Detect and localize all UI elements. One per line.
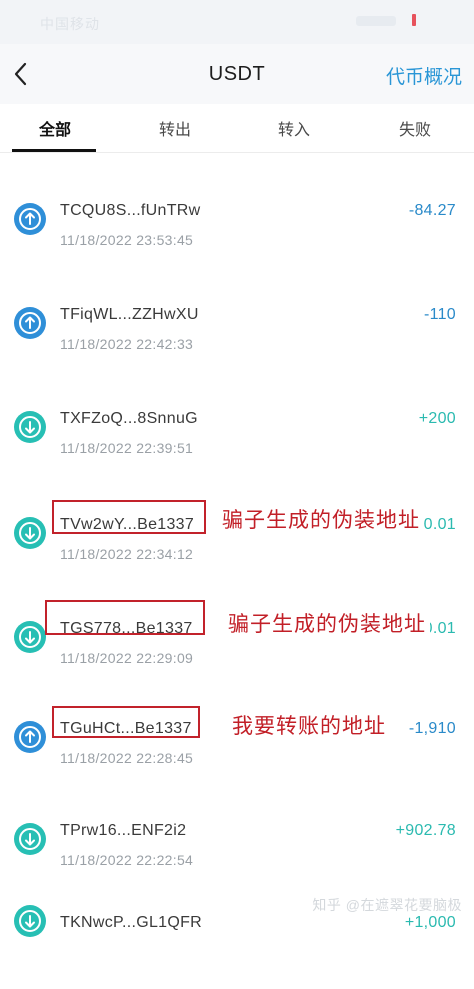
tab-outgoing[interactable]: 转出	[125, 116, 225, 140]
transaction-row[interactable]: TFiqWL...ZZHwXU 11/18/2022 22:42:33 -110	[0, 279, 474, 383]
transaction-address: TFiqWL...ZZHwXU	[60, 306, 199, 323]
nav-bar: USDT 代币概况	[0, 44, 474, 104]
transaction-row[interactable]: TCQU8S...fUnTRw 11/18/2022 23:53:45 -84.…	[0, 175, 474, 279]
transaction-row[interactable]: TXFZoQ...8SnnuG 11/18/2022 22:39:51 +200	[0, 383, 474, 487]
transaction-time: 11/18/2022 22:29:09	[60, 650, 194, 666]
transaction-row[interactable]: TPrw16...ENF2i2 11/18/2022 22:22:54 +902…	[0, 795, 474, 899]
transaction-amount: -1,910	[408, 720, 456, 737]
carrier-text: 中国移动	[40, 16, 100, 32]
active-tab-indicator	[12, 149, 96, 152]
arrow-down-circle-icon	[14, 905, 46, 937]
battery-indicator	[412, 14, 416, 26]
transaction-amount: +902.78	[395, 822, 456, 839]
transaction-time: 11/18/2022 22:28:45	[60, 750, 194, 766]
transaction-amount: +200	[418, 410, 456, 427]
transaction-address: TXFZoQ...8SnnuG	[60, 410, 198, 427]
transaction-address: TPrw16...ENF2i2	[60, 822, 187, 839]
tab-all[interactable]: 全部	[5, 116, 105, 140]
status-icons	[356, 16, 396, 26]
annotation-fake-address: 骗子生成的伪装地址	[228, 608, 430, 638]
arrow-up-circle-icon	[14, 203, 46, 235]
transaction-amount: -84.27	[408, 202, 456, 219]
transaction-time: 11/18/2022 22:39:51	[60, 440, 194, 456]
fake-address-highlight	[45, 600, 205, 635]
arrow-down-circle-icon	[14, 411, 46, 443]
tab-bar: 全部 转出 转入 失败	[0, 104, 474, 153]
arrow-up-circle-icon	[14, 307, 46, 339]
tab-failed[interactable]: 失败	[365, 116, 465, 140]
transaction-time: 11/18/2022 22:22:54	[60, 852, 194, 868]
transaction-time: 11/18/2022 22:42:33	[60, 336, 194, 352]
arrow-down-circle-icon	[14, 517, 46, 549]
annotation-intended-address: 我要转账的地址	[232, 715, 386, 738]
arrow-down-circle-icon	[14, 621, 46, 653]
token-overview-link[interactable]: 代币概况	[386, 62, 462, 89]
transaction-amount: -110	[423, 306, 456, 323]
transaction-time: 11/18/2022 22:34:12	[60, 546, 194, 562]
arrow-down-circle-icon	[14, 823, 46, 855]
watermark: 知乎 @在遮翠花要脑极	[312, 897, 462, 913]
annotation-fake-address: 骗子生成的伪装地址	[222, 504, 424, 534]
transaction-time: 11/18/2022 23:53:45	[60, 232, 194, 248]
transaction-address: TCQU8S...fUnTRw	[60, 202, 201, 219]
status-bar: 中国移动	[0, 0, 474, 44]
transaction-amount: +1,000	[404, 914, 456, 931]
arrow-up-circle-icon	[14, 721, 46, 753]
transaction-address: TKNwcP...GL1QFR	[60, 914, 203, 931]
fake-address-highlight	[52, 500, 206, 534]
intended-address-highlight	[52, 706, 200, 738]
tab-incoming[interactable]: 转入	[244, 116, 344, 140]
